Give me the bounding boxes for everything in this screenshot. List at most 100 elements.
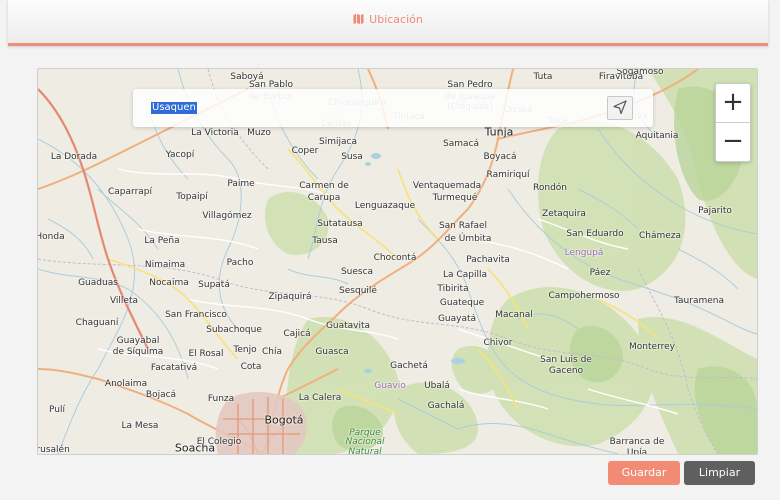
- map-place-label: Guateque: [439, 298, 485, 308]
- map-place-label: Upía: [626, 448, 648, 455]
- map-view[interactable]: SaboyáTutaFiravitobaSogamosoSan Pablode …: [37, 68, 758, 455]
- map-place-label: La Mesa: [121, 421, 159, 431]
- map-place-label: Sutatausa: [317, 219, 363, 229]
- location-search-input[interactable]: Usaquen: [151, 102, 197, 114]
- map-place-label: Caparrapí: [108, 187, 152, 197]
- map-place-label: Nacional: [345, 437, 385, 447]
- map-place-label: Topaipí: [176, 192, 208, 202]
- map-place-label: San Francisco: [165, 310, 227, 320]
- map-place-label: Facatativá: [150, 363, 198, 373]
- map-place-label: Chocontá: [373, 253, 417, 263]
- map-place-label: Monterrey: [629, 342, 675, 352]
- map-place-label: Gaceno: [548, 366, 584, 376]
- map-place-label: La Victoria: [191, 128, 239, 138]
- save-button[interactable]: Guardar: [608, 461, 680, 485]
- location-search-box[interactable]: Usaquen: [133, 89, 653, 127]
- map-place-label: Muzo: [247, 128, 271, 138]
- map-place-label: Chía: [261, 347, 283, 357]
- map-place-label: Guayatá: [437, 314, 477, 324]
- map-place-label: Bogotá: [264, 413, 304, 427]
- map-place-label: Pacho: [226, 258, 254, 268]
- map-place-label: Sesquilé: [339, 286, 377, 296]
- map-place-label: Lengupá: [564, 248, 604, 258]
- map-place-label: Cajicá: [283, 329, 311, 339]
- map-place-label: La Dorada: [50, 152, 98, 162]
- map-place-label: Coper: [291, 146, 319, 156]
- map-place-label: Pajarito: [698, 206, 732, 216]
- map-place-label: Carmen de: [299, 181, 349, 191]
- map-place-label: Chaguaní: [75, 318, 119, 328]
- map-place-label: Boyacá: [483, 152, 517, 162]
- map-place-label: Campohermoso: [548, 291, 620, 301]
- map-place-label: Gachalá: [427, 401, 465, 411]
- map-place-label: Páez: [589, 268, 611, 278]
- map-place-label: Cota: [240, 362, 262, 372]
- map-place-label: Suesca: [340, 267, 374, 277]
- zoom-control: + −: [715, 83, 751, 162]
- map-place-label: Sogamoso: [616, 68, 664, 77]
- map-place-label: Honda: [37, 232, 65, 242]
- map-place-label: Carupa: [307, 193, 341, 203]
- map-place-label: Ubalá: [424, 381, 450, 391]
- map-place-label: Yacopí: [165, 150, 195, 160]
- map-place-label: Funza: [207, 394, 235, 404]
- zoom-in-button[interactable]: +: [716, 84, 750, 122]
- navigation-arrow-icon: [613, 100, 627, 115]
- map-place-label: Nimaima: [144, 260, 186, 270]
- map-place-label: de Síquima: [112, 347, 164, 357]
- map-place-label: Natural: [348, 447, 382, 455]
- map-place-label: San Rafael: [438, 221, 488, 231]
- map-place-label: Turmequé: [432, 193, 478, 203]
- clear-button[interactable]: Limpiar: [684, 461, 755, 485]
- map-place-label: Jerusalén: [37, 445, 70, 455]
- map-place-label: Pulí: [49, 405, 65, 415]
- map-place-label: Tunja: [484, 125, 514, 139]
- map-place-label: Guaduas: [78, 278, 118, 288]
- map-place-label: La Calera: [298, 393, 342, 403]
- header-bar: Ubicación: [8, 0, 768, 46]
- map-place-label: Nocaima: [149, 278, 189, 288]
- map-place-label: Villagómez: [202, 211, 252, 221]
- locate-button[interactable]: [607, 96, 633, 120]
- map-place-label: Subachoque: [206, 325, 262, 335]
- map-place-label: Macanal: [495, 310, 533, 320]
- map-place-label: Ramiriquí: [486, 170, 530, 180]
- map-place-label: Bojacá: [145, 390, 177, 400]
- map-place-label: Tausa: [312, 236, 338, 246]
- map-place-label: Guayabal: [116, 336, 160, 346]
- map-place-label: Chivor: [483, 338, 513, 348]
- map-place-label: Tenjo: [233, 345, 257, 355]
- map-place-label: Aquitania: [635, 131, 679, 141]
- map-place-label: Paime: [227, 179, 255, 189]
- map-icon: [353, 13, 364, 28]
- map-place-label: Guavio: [374, 381, 406, 391]
- map-place-label: El Rosal: [188, 349, 224, 359]
- map-place-label: La Peña: [144, 236, 180, 246]
- map-place-label: Soacha: [174, 441, 216, 455]
- map-place-label: Zipaquirá: [268, 292, 312, 302]
- header-title: Ubicación: [8, 13, 768, 28]
- map-place-label: San Luis de: [540, 355, 592, 365]
- map-place-label: Susa: [341, 152, 363, 162]
- map-place-label: Gachetá: [390, 361, 428, 371]
- map-place-label: San Eduardo: [566, 229, 624, 239]
- map-place-label: Guatavita: [325, 321, 371, 331]
- map-place-label: Lenguazaque: [354, 201, 416, 211]
- map-place-label: Tuta: [533, 72, 553, 82]
- map-place-label: Villeta: [109, 296, 139, 306]
- zoom-out-button[interactable]: −: [716, 122, 750, 161]
- map-place-label: Pachavita: [466, 255, 510, 265]
- map-place-label: Zetaquira: [542, 209, 586, 219]
- map-place-label: Tibirita: [437, 284, 469, 294]
- map-place-label: Anolaima: [104, 379, 148, 389]
- map-place-label: Chámeza: [638, 231, 682, 241]
- map-place-label: Ventaquemada: [412, 181, 482, 191]
- map-place-label: Rondón: [533, 183, 567, 193]
- map-place-label: Guasca: [315, 347, 349, 357]
- map-place-label: Samacá: [443, 139, 479, 149]
- map-place-label: Barranca de: [609, 437, 665, 447]
- map-place-label: Simijaca: [319, 137, 357, 147]
- map-place-label: Supatá: [198, 280, 230, 290]
- map-place-label: La Capilla: [443, 270, 487, 280]
- map-place-label: de Úmbita: [444, 234, 492, 244]
